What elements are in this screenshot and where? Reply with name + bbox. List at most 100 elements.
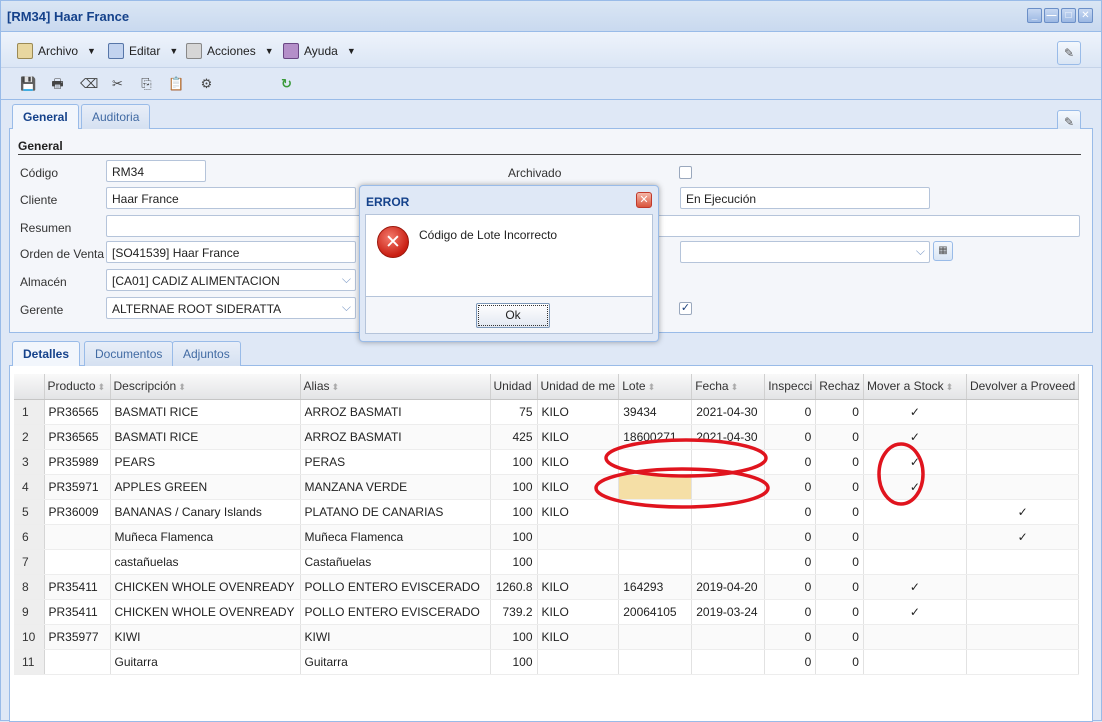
grid-cell-inspeccion[interactable]: 0 xyxy=(764,474,817,500)
grid-cell-rechazado[interactable]: 0 xyxy=(815,649,864,675)
grid-cell-producto[interactable]: PR35989 xyxy=(44,449,111,475)
col-inspeccion[interactable]: Inspecci xyxy=(764,374,817,400)
grid-cell-mover-stock[interactable] xyxy=(863,549,967,575)
archivado-checkbox[interactable] xyxy=(679,166,692,179)
table-row[interactable]: 5 PR36009 BANANAS / Canary Islands PLATANO … xyxy=(14,499,1080,525)
grid-cell-lote[interactable]: 164293 xyxy=(618,574,693,600)
grid-cell-inspeccion[interactable]: 0 xyxy=(764,649,817,675)
grid-cell-descripcion[interactable]: Guitarra xyxy=(110,649,301,675)
grid-cell-unidades[interactable]: 100 xyxy=(490,624,538,650)
grid-cell-inspeccion[interactable]: 0 xyxy=(764,549,817,575)
lookup-button[interactable]: ▦ xyxy=(933,241,953,261)
grid-cell-unidades[interactable]: 425 xyxy=(490,424,538,450)
window-collapse-button[interactable]: _ xyxy=(1027,8,1042,23)
grid-cell-unidades[interactable]: 100 xyxy=(490,649,538,675)
grid-cell-unidades[interactable]: 75 xyxy=(490,399,538,425)
grid-cell-devolver-proveedor[interactable] xyxy=(966,449,1080,475)
grid-cell-unidades[interactable]: 100 xyxy=(490,549,538,575)
col-mover-stock[interactable]: Mover a Stock ⬍ xyxy=(863,374,967,400)
col-fecha[interactable]: Fecha ⬍ xyxy=(691,374,766,400)
grid-cell-alias[interactable]: MANZANA VERDE xyxy=(300,474,491,500)
grid-cell-inspeccion[interactable]: 0 xyxy=(764,574,817,600)
grid-cell-lote[interactable]: 18600271 xyxy=(618,424,693,450)
grid-cell-rechazado[interactable]: 0 xyxy=(815,399,864,425)
refresh-icon[interactable]: ↻ xyxy=(278,75,295,92)
grid-cell-lote[interactable] xyxy=(618,499,693,525)
user-edit-button[interactable]: ✎ xyxy=(1057,41,1081,65)
grid-cell-alias[interactable]: ARROZ BASMATI xyxy=(300,399,491,425)
grid-cell-unidad[interactable] xyxy=(537,549,620,575)
table-row[interactable]: 7 castañuelas Castañuelas 100 0 0 xyxy=(14,549,1080,575)
close-icon[interactable]: ✕ xyxy=(636,192,652,208)
grid-cell-devolver-proveedor[interactable] xyxy=(966,399,1080,425)
orden-venta-field[interactable]: [SO41539] Haar France xyxy=(106,241,356,263)
grid-cell-rechazado[interactable]: 0 xyxy=(815,424,864,450)
grid-cell-rechazado[interactable]: 0 xyxy=(815,499,864,525)
grid-cell-unidades[interactable]: 1260.8 xyxy=(490,574,538,600)
grid-cell-descripcion[interactable]: KIWI xyxy=(110,624,301,650)
menu-ayuda[interactable]: Ayuda ▼ xyxy=(283,43,356,59)
grid-cell-unidad[interactable]: KILO xyxy=(537,424,620,450)
grid-cell-mover-stock[interactable]: ✓ xyxy=(863,424,967,450)
table-row[interactable]: 4 PR35971 APPLES GREEN MANZANA VERDE 100 KILO… xyxy=(14,474,1080,500)
grid-cell-alias[interactable]: POLLO ENTERO EVISCERADO xyxy=(300,574,491,600)
secondary-combo[interactable] xyxy=(680,241,930,263)
grid-cell-descripcion[interactable]: CHICKEN WHOLE OVENREADY xyxy=(110,574,301,600)
window-close-button[interactable]: ✕ xyxy=(1078,8,1093,23)
gerente-combo[interactable]: ALTERNAE ROOT SIDERATTA xyxy=(106,297,356,319)
grid-cell-fecha[interactable]: 2019-04-20 xyxy=(691,574,766,600)
grid-cell-lote[interactable] xyxy=(618,524,693,550)
grid-cell-rechazado[interactable]: 0 xyxy=(815,524,864,550)
grid-cell-unidades[interactable]: 100 xyxy=(490,449,538,475)
grid-cell-rechazado[interactable]: 0 xyxy=(815,474,864,500)
menu-archivo[interactable]: Archivo ▼ xyxy=(17,43,96,59)
grid-cell-fecha[interactable] xyxy=(691,524,766,550)
grid-cell-lote[interactable] xyxy=(618,624,693,650)
window-maximize-button[interactable]: □ xyxy=(1061,8,1076,23)
menu-acciones[interactable]: Acciones ▼ xyxy=(186,43,274,59)
grid-cell-rechazado[interactable]: 0 xyxy=(815,549,864,575)
grid-cell-fecha[interactable] xyxy=(691,449,766,475)
grid-cell-mover-stock[interactable] xyxy=(863,524,967,550)
table-row[interactable]: 2 PR36565 BASMATI RICE ARROZ BASMATI 425 KILO… xyxy=(14,424,1080,450)
menu-editar[interactable]: Editar ▼ xyxy=(108,43,178,59)
grid-cell-alias[interactable]: ARROZ BASMATI xyxy=(300,424,491,450)
col-unidades[interactable]: Unidad xyxy=(490,374,538,400)
grid-cell-unidad[interactable]: KILO xyxy=(537,399,620,425)
grid-cell-producto[interactable]: PR36009 xyxy=(44,499,111,525)
grid-cell-producto[interactable] xyxy=(44,549,111,575)
grid-cell-unidad[interactable]: KILO xyxy=(537,449,620,475)
grid-cell-fecha[interactable] xyxy=(691,624,766,650)
window-titlebar[interactable]: [RM34] Haar France _ — □ ✕ xyxy=(1,1,1101,32)
grid-cell-fecha[interactable] xyxy=(691,474,766,500)
grid-cell-descripcion[interactable]: CHICKEN WHOLE OVENREADY xyxy=(110,599,301,625)
grid-cell-alias[interactable]: POLLO ENTERO EVISCERADO xyxy=(300,599,491,625)
grid-cell-producto[interactable] xyxy=(44,649,111,675)
grid-cell-rechazado[interactable]: 0 xyxy=(815,574,864,600)
tab-detalles[interactable]: Detalles xyxy=(12,341,81,368)
grid-cell-lote[interactable] xyxy=(618,649,693,675)
almacen-combo[interactable]: [CA01] CADIZ ALIMENTACION xyxy=(106,269,356,291)
grid-cell-inspeccion[interactable]: 0 xyxy=(764,449,817,475)
grid-cell-unidades[interactable]: 100 xyxy=(490,524,538,550)
grid-cell-unidad[interactable]: KILO xyxy=(537,599,620,625)
col-rechazado[interactable]: Rechaz xyxy=(815,374,864,400)
paste-icon[interactable]: 📋 xyxy=(168,75,185,92)
tab-general[interactable]: General xyxy=(12,104,79,131)
tab-adjuntos[interactable]: Adjuntos xyxy=(172,341,241,367)
grid-cell-devolver-proveedor[interactable] xyxy=(966,549,1080,575)
grid-cell-lote[interactable]: 20064105 xyxy=(618,599,693,625)
window-minimize-button[interactable]: — xyxy=(1044,8,1059,23)
grid-cell-rechazado[interactable]: 0 xyxy=(815,624,864,650)
grid-cell-descripcion[interactable]: Muñeca Flamenca xyxy=(110,524,301,550)
table-row[interactable]: 8 PR35411 CHICKEN WHOLE OVENREADY POLLO ENT… xyxy=(14,574,1080,600)
grid-cell-mover-stock[interactable] xyxy=(863,624,967,650)
grid-cell-descripcion[interactable]: BASMATI RICE xyxy=(110,424,301,450)
cut-icon[interactable]: ✂ xyxy=(109,75,126,92)
grid-cell-descripcion[interactable]: PEARS xyxy=(110,449,301,475)
col-producto[interactable]: Producto ⬍ xyxy=(44,374,111,400)
grid-cell-inspeccion[interactable]: 0 xyxy=(764,499,817,525)
grid-cell-producto[interactable]: PR35411 xyxy=(44,599,111,625)
grid-cell-lote[interactable] xyxy=(618,449,693,475)
grid-cell-devolver-proveedor[interactable]: ✓ xyxy=(966,524,1080,550)
